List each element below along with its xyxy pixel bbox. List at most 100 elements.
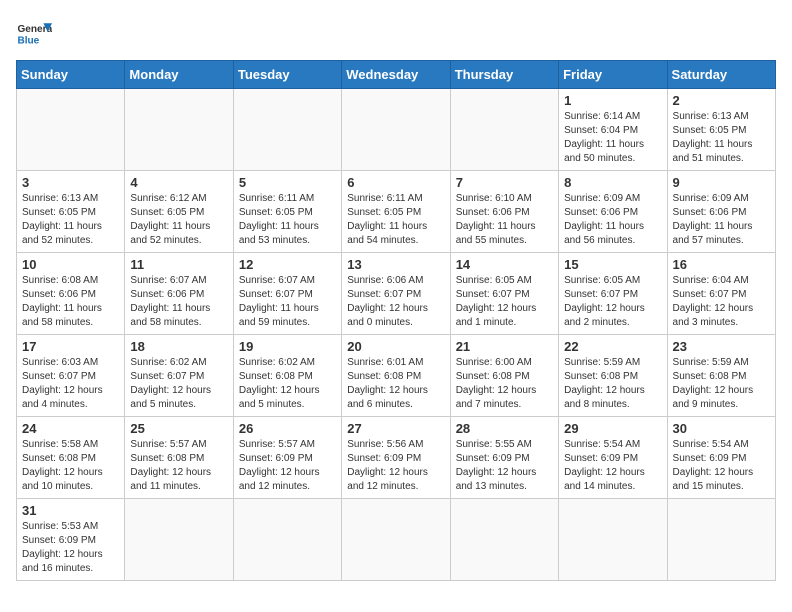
day-number: 15 xyxy=(564,257,661,272)
calendar-cell: 20 Sunrise: 6:01 AM Sunset: 6:08 PM Dayli… xyxy=(342,335,450,417)
week-row-3: 10 Sunrise: 6:08 AM Sunset: 6:06 PM Dayli… xyxy=(17,253,776,335)
day-info: Sunrise: 6:09 AM Sunset: 6:06 PM Dayligh… xyxy=(564,192,661,248)
day-info: Sunrise: 5:59 AM Sunset: 6:08 PM Dayligh… xyxy=(564,356,661,412)
day-info: Sunrise: 6:12 AM Sunset: 6:05 PM Dayligh… xyxy=(130,192,227,248)
day-info: Sunrise: 6:07 AM Sunset: 6:06 PM Dayligh… xyxy=(130,274,227,330)
day-number: 20 xyxy=(347,339,444,354)
calendar-cell: 12 Sunrise: 6:07 AM Sunset: 6:07 PM Dayli… xyxy=(233,253,341,335)
calendar-cell xyxy=(233,89,341,171)
day-number: 2 xyxy=(673,93,770,108)
calendar-cell: 30 Sunrise: 5:54 AM Sunset: 6:09 PM Dayli… xyxy=(667,417,775,499)
day-number: 7 xyxy=(456,175,553,190)
calendar-cell xyxy=(450,89,558,171)
weekday-header-sunday: Sunday xyxy=(17,61,125,89)
calendar-cell: 28Sunrise: 5:55 AM Sunset: 6:09 PM Dayli… xyxy=(450,417,558,499)
calendar-cell xyxy=(450,499,558,581)
day-number: 9 xyxy=(673,175,770,190)
calendar-cell: 4 Sunrise: 6:12 AM Sunset: 6:05 PM Daylig… xyxy=(125,171,233,253)
day-number: 17 xyxy=(22,339,119,354)
weekday-header-monday: Monday xyxy=(125,61,233,89)
calendar-cell: 21Sunrise: 6:00 AM Sunset: 6:08 PM Dayli… xyxy=(450,335,558,417)
logo: General Blue xyxy=(16,16,52,52)
day-info: Sunrise: 5:57 AM Sunset: 6:09 PM Dayligh… xyxy=(239,438,336,494)
day-number: 31 xyxy=(22,503,119,518)
week-row-1: 1 Sunrise: 6:14 AM Sunset: 6:04 PM Daylig… xyxy=(17,89,776,171)
day-info: Sunrise: 6:04 AM Sunset: 6:07 PM Dayligh… xyxy=(673,274,770,330)
day-number: 11 xyxy=(130,257,227,272)
calendar-cell: 22 Sunrise: 5:59 AM Sunset: 6:08 PM Dayli… xyxy=(559,335,667,417)
svg-text:Blue: Blue xyxy=(17,35,39,46)
day-info: Sunrise: 5:54 AM Sunset: 6:09 PM Dayligh… xyxy=(564,438,661,494)
day-number: 5 xyxy=(239,175,336,190)
day-number: 8 xyxy=(564,175,661,190)
calendar-cell: 13Sunrise: 6:06 AM Sunset: 6:07 PM Dayli… xyxy=(342,253,450,335)
calendar-cell: 3 Sunrise: 6:13 AM Sunset: 6:05 PM Daylig… xyxy=(17,171,125,253)
day-number: 23 xyxy=(673,339,770,354)
calendar-table: SundayMondayTuesdayWednesdayThursdayFrid… xyxy=(16,60,776,581)
calendar-cell: 5 Sunrise: 6:11 AM Sunset: 6:05 PM Daylig… xyxy=(233,171,341,253)
day-number: 22 xyxy=(564,339,661,354)
weekday-header-thursday: Thursday xyxy=(450,61,558,89)
day-number: 25 xyxy=(130,421,227,436)
day-info: Sunrise: 6:14 AM Sunset: 6:04 PM Dayligh… xyxy=(564,110,661,166)
calendar-cell: 27 Sunrise: 5:56 AM Sunset: 6:09 PM Dayli… xyxy=(342,417,450,499)
day-number: 12 xyxy=(239,257,336,272)
day-info: Sunrise: 6:01 AM Sunset: 6:08 PM Dayligh… xyxy=(347,356,444,412)
calendar-cell: 26 Sunrise: 5:57 AM Sunset: 6:09 PM Dayli… xyxy=(233,417,341,499)
day-number: 30 xyxy=(673,421,770,436)
calendar-cell: 8 Sunrise: 6:09 AM Sunset: 6:06 PM Daylig… xyxy=(559,171,667,253)
day-number: 1 xyxy=(564,93,661,108)
week-row-5: 24 Sunrise: 5:58 AM Sunset: 6:08 PM Dayli… xyxy=(17,417,776,499)
calendar-cell: 18Sunrise: 6:02 AM Sunset: 6:07 PM Dayli… xyxy=(125,335,233,417)
weekday-header-wednesday: Wednesday xyxy=(342,61,450,89)
day-number: 14 xyxy=(456,257,553,272)
calendar-cell xyxy=(342,89,450,171)
calendar-cell xyxy=(233,499,341,581)
calendar-cell: 25 Sunrise: 5:57 AM Sunset: 6:08 PM Dayli… xyxy=(125,417,233,499)
calendar-cell: 7 Sunrise: 6:10 AM Sunset: 6:06 PM Daylig… xyxy=(450,171,558,253)
calendar-cell: 2 Sunrise: 6:13 AM Sunset: 6:05 PM Daylig… xyxy=(667,89,775,171)
calendar-cell: 17Sunrise: 6:03 AM Sunset: 6:07 PM Dayli… xyxy=(17,335,125,417)
day-info: Sunrise: 6:11 AM Sunset: 6:05 PM Dayligh… xyxy=(347,192,444,248)
day-info: Sunrise: 6:02 AM Sunset: 6:08 PM Dayligh… xyxy=(239,356,336,412)
day-number: 26 xyxy=(239,421,336,436)
day-number: 13 xyxy=(347,257,444,272)
calendar-cell: 1 Sunrise: 6:14 AM Sunset: 6:04 PM Daylig… xyxy=(559,89,667,171)
calendar-cell: 11 Sunrise: 6:07 AM Sunset: 6:06 PM Dayli… xyxy=(125,253,233,335)
day-info: Sunrise: 5:56 AM Sunset: 6:09 PM Dayligh… xyxy=(347,438,444,494)
week-row-4: 17Sunrise: 6:03 AM Sunset: 6:07 PM Dayli… xyxy=(17,335,776,417)
day-info: Sunrise: 6:11 AM Sunset: 6:05 PM Dayligh… xyxy=(239,192,336,248)
calendar-cell: 9Sunrise: 6:09 AM Sunset: 6:06 PM Daylig… xyxy=(667,171,775,253)
calendar-cell: 19Sunrise: 6:02 AM Sunset: 6:08 PM Dayli… xyxy=(233,335,341,417)
page-header: General Blue xyxy=(16,16,776,52)
calendar-cell xyxy=(125,89,233,171)
week-row-2: 3 Sunrise: 6:13 AM Sunset: 6:05 PM Daylig… xyxy=(17,171,776,253)
day-info: Sunrise: 6:13 AM Sunset: 6:05 PM Dayligh… xyxy=(22,192,119,248)
day-info: Sunrise: 6:05 AM Sunset: 6:07 PM Dayligh… xyxy=(564,274,661,330)
day-number: 21 xyxy=(456,339,553,354)
logo-icon: General Blue xyxy=(16,16,52,52)
day-number: 28 xyxy=(456,421,553,436)
weekday-header-friday: Friday xyxy=(559,61,667,89)
calendar-cell: 31Sunrise: 5:53 AM Sunset: 6:09 PM Dayli… xyxy=(17,499,125,581)
day-number: 24 xyxy=(22,421,119,436)
day-number: 4 xyxy=(130,175,227,190)
day-number: 10 xyxy=(22,257,119,272)
day-info: Sunrise: 5:54 AM Sunset: 6:09 PM Dayligh… xyxy=(673,438,770,494)
day-number: 3 xyxy=(22,175,119,190)
day-info: Sunrise: 5:58 AM Sunset: 6:08 PM Dayligh… xyxy=(22,438,119,494)
day-number: 18 xyxy=(130,339,227,354)
day-info: Sunrise: 5:57 AM Sunset: 6:08 PM Dayligh… xyxy=(130,438,227,494)
day-info: Sunrise: 6:13 AM Sunset: 6:05 PM Dayligh… xyxy=(673,110,770,166)
day-info: Sunrise: 6:05 AM Sunset: 6:07 PM Dayligh… xyxy=(456,274,553,330)
day-number: 29 xyxy=(564,421,661,436)
calendar-cell: 15 Sunrise: 6:05 AM Sunset: 6:07 PM Dayli… xyxy=(559,253,667,335)
calendar-cell: 16Sunrise: 6:04 AM Sunset: 6:07 PM Dayli… xyxy=(667,253,775,335)
day-info: Sunrise: 6:07 AM Sunset: 6:07 PM Dayligh… xyxy=(239,274,336,330)
calendar-cell xyxy=(667,499,775,581)
day-info: Sunrise: 6:08 AM Sunset: 6:06 PM Dayligh… xyxy=(22,274,119,330)
calendar-cell: 24 Sunrise: 5:58 AM Sunset: 6:08 PM Dayli… xyxy=(17,417,125,499)
day-number: 27 xyxy=(347,421,444,436)
calendar-cell xyxy=(342,499,450,581)
day-info: Sunrise: 6:10 AM Sunset: 6:06 PM Dayligh… xyxy=(456,192,553,248)
